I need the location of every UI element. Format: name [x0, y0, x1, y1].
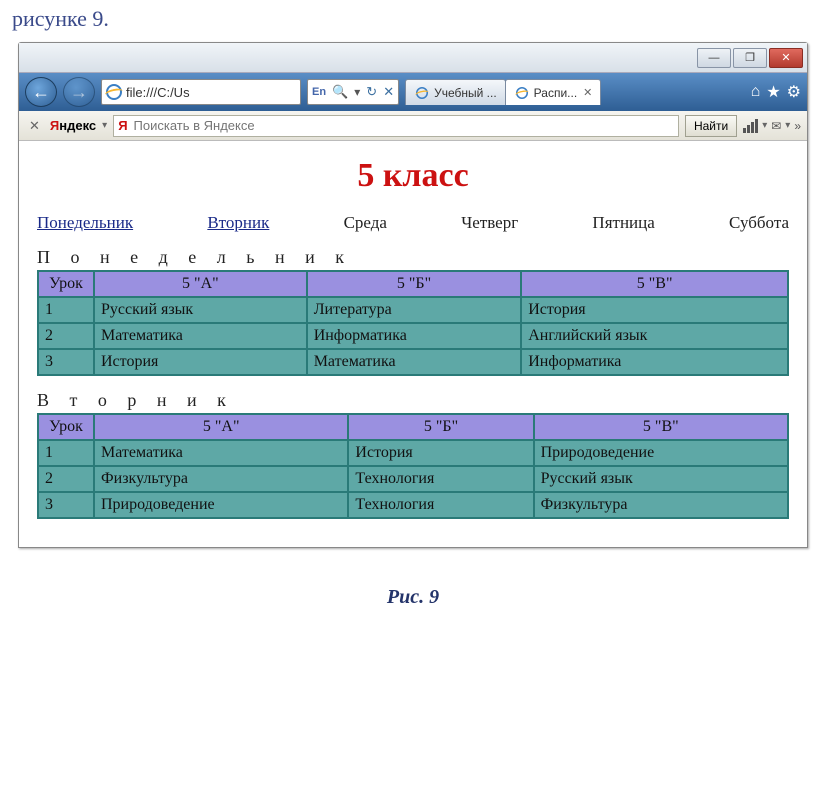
table-cell: Математика: [307, 349, 522, 375]
close-button[interactable]: ✕: [769, 48, 803, 68]
table-cell: Природоведение: [94, 492, 348, 518]
day-nav-item: Пятница: [592, 213, 654, 233]
table-header: 5 "Б": [307, 271, 522, 297]
table-header: Урок: [38, 414, 94, 440]
home-icon[interactable]: ⌂: [751, 83, 761, 101]
table-header: 5 "В": [521, 271, 788, 297]
mail-icon[interactable]: ✉: [771, 119, 781, 133]
forward-button[interactable]: →: [63, 77, 95, 107]
ie-icon: [106, 84, 122, 100]
address-controls: En 🔍 ▾ ↻ ✕: [307, 79, 399, 105]
table-header: Урок: [38, 271, 94, 297]
settings-icon[interactable]: ⚙: [787, 82, 801, 102]
stop-icon[interactable]: ✕: [383, 84, 394, 100]
yandex-search-y-icon: Я: [118, 118, 127, 133]
tab-close-icon[interactable]: ✕: [583, 86, 592, 99]
nav-right-controls: ⌂ ★ ⚙: [745, 82, 801, 102]
table-cell: История: [521, 297, 788, 323]
section-heading: В т о р н и к: [37, 390, 789, 411]
table-cell: Технология: [348, 466, 533, 492]
table-cell: Математика: [94, 323, 307, 349]
favorites-icon[interactable]: ★: [766, 82, 780, 102]
browser-tab-active[interactable]: Распи... ✕: [505, 79, 602, 105]
table-cell: История: [94, 349, 307, 375]
table-header: 5 "В": [534, 414, 788, 440]
toolbar-close-icon[interactable]: ✕: [25, 118, 44, 134]
day-nav-item[interactable]: Вторник: [207, 213, 269, 233]
table-cell: 1: [38, 297, 94, 323]
day-nav-item: Четверг: [461, 213, 518, 233]
table-row: 2ФизкультураТехнологияРусский язык: [38, 466, 788, 492]
document-text: рисунке 9.: [0, 0, 826, 42]
table-cell: Информатика: [521, 349, 788, 375]
schedule-table: Урок5 "А"5 "Б"5 "В"1МатематикаИсторияПри…: [37, 413, 789, 519]
table-header: 5 "А": [94, 414, 348, 440]
tab-strip: Учебный ... Распи... ✕: [405, 78, 739, 106]
mail-dropdown-icon[interactable]: ▾: [785, 120, 790, 131]
tab-label: Распи...: [534, 86, 577, 100]
ie-icon: [416, 87, 428, 99]
table-cell: Математика: [94, 440, 348, 466]
table-header: 5 "А": [94, 271, 307, 297]
page-content: 5 класс Понедельник Вторник Среда Четверг Пя…: [19, 141, 807, 547]
address-dropdown-icon[interactable]: ▾: [354, 85, 360, 99]
minimize-button[interactable]: —: [697, 48, 731, 68]
yandex-logo-rest: ндекс: [59, 118, 96, 133]
navigation-bar: ← → file:///C:/Us En 🔍 ▾ ↻ ✕ Учебный ...…: [19, 73, 807, 111]
table-cell: Физкультура: [94, 466, 348, 492]
table-row: 1Русский языкЛитератураИстория: [38, 297, 788, 323]
window-titlebar: — ❐ ✕: [19, 43, 807, 73]
maximize-button[interactable]: ❐: [733, 48, 767, 68]
table-row: 2МатематикаИнформатикаАнглийский язык: [38, 323, 788, 349]
table-cell: Технология: [348, 492, 533, 518]
day-nav-item[interactable]: Понедельник: [37, 213, 133, 233]
table-row: 1МатематикаИсторияПриродоведение: [38, 440, 788, 466]
yandex-find-button[interactable]: Найти: [685, 115, 737, 137]
table-cell: История: [348, 440, 533, 466]
browser-tab[interactable]: Учебный ...: [405, 79, 506, 105]
ie-icon: [516, 87, 528, 99]
table-cell: 1: [38, 440, 94, 466]
table-cell: 2: [38, 323, 94, 349]
table-cell: 3: [38, 492, 94, 518]
table-cell: Физкультура: [534, 492, 788, 518]
table-cell: Английский язык: [521, 323, 788, 349]
day-nav: Понедельник Вторник Среда Четверг Пятница Суб…: [37, 213, 789, 233]
page-title: 5 класс: [37, 157, 789, 195]
yandex-search-input[interactable]: [132, 117, 674, 134]
table-cell: Природоведение: [534, 440, 788, 466]
yandex-toolbar: ✕ Яндекс ▾ Я Найти ▾ ✉ ▾ »: [19, 111, 807, 141]
browser-window: — ❐ ✕ ← → file:///C:/Us En 🔍 ▾ ↻ ✕ Учебн…: [18, 42, 808, 548]
address-text: file:///C:/Us: [126, 85, 296, 100]
table-cell: Русский язык: [94, 297, 307, 323]
figure-caption: Рис. 9: [0, 586, 826, 609]
table-row: 3ПриродоведениеТехнологияФизкультура: [38, 492, 788, 518]
yandex-logo-y: Я: [50, 118, 59, 133]
table-header: 5 "Б": [348, 414, 533, 440]
yandex-search-box[interactable]: Я: [113, 115, 679, 137]
table-cell: Информатика: [307, 323, 522, 349]
day-nav-item: Среда: [344, 213, 387, 233]
table-cell: 3: [38, 349, 94, 375]
section-heading: П о н е д е л ь н и к: [37, 247, 789, 268]
back-button[interactable]: ←: [25, 77, 57, 107]
day-nav-item: Суббота: [729, 213, 789, 233]
yandex-logo[interactable]: Яндекс: [50, 118, 96, 133]
signal-icon[interactable]: [743, 119, 758, 133]
schedule-table: Урок5 "А"5 "Б"5 "В"1Русский языкЛитерату…: [37, 270, 789, 376]
signal-dropdown-icon[interactable]: ▾: [762, 120, 767, 131]
table-row: 3ИсторияМатематикаИнформатика: [38, 349, 788, 375]
more-icon[interactable]: »: [794, 119, 801, 133]
table-cell: 2: [38, 466, 94, 492]
refresh-icon[interactable]: ↻: [366, 84, 377, 100]
table-cell: Литература: [307, 297, 522, 323]
search-icon[interactable]: 🔍: [332, 84, 348, 100]
table-cell: Русский язык: [534, 466, 788, 492]
tab-label: Учебный ...: [434, 86, 497, 100]
yandex-dropdown-icon[interactable]: ▾: [102, 120, 107, 131]
address-bar[interactable]: file:///C:/Us: [101, 79, 301, 105]
language-indicator[interactable]: En: [312, 86, 326, 98]
